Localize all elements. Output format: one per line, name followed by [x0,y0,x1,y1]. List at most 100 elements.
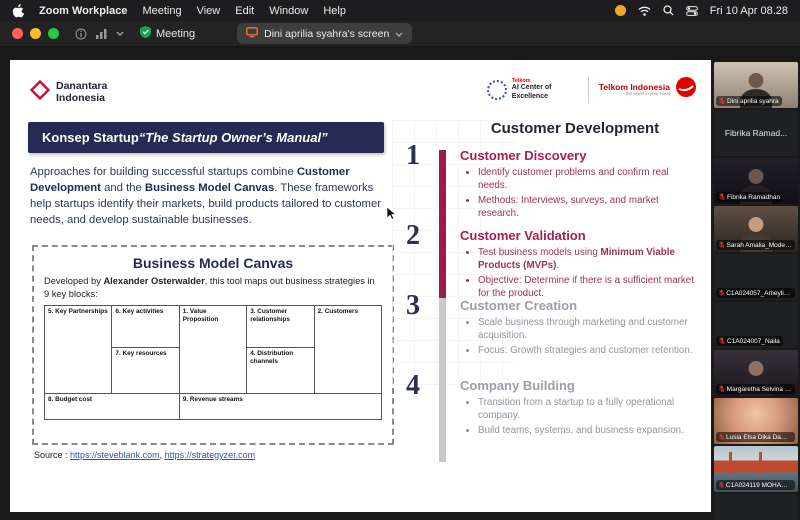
step-number-1: 1 [395,140,431,172]
fullscreen-window-button[interactable] [48,28,59,39]
participant-tile[interactable]: Dini aprilia syahra [714,62,798,108]
bmc-cell-key-activities: 6. Key activities [112,306,179,348]
participant-name-tag: Margaretha Selvina W... [716,384,795,394]
participant-name: Dini aprilia syahra [727,98,779,105]
menu-item-window[interactable]: Window [269,5,308,17]
participant-tile[interactable]: Fibrika Ramadhan [714,158,798,204]
step-title: Customer Validation [460,228,696,243]
participant-name-tag: Fibrika Ramadhan [716,192,783,202]
muted-mic-icon [719,481,724,489]
telkom-logo-mark [675,76,697,103]
slide-title: Konsep Startup [42,130,139,145]
screen-share-tab[interactable]: Dini aprilia syahra's screen [237,23,412,44]
step-number-2: 2 [395,220,431,252]
participant-tile[interactable]: Zafirah Ikramiya [714,494,798,520]
close-window-button[interactable] [12,28,23,39]
control-center-icon[interactable] [686,6,698,16]
recording-indicator-icon[interactable] [615,5,626,16]
step-bullet: Identify customer problems and confirm r… [478,167,696,192]
participant-name: Margaretha Selvina W... [727,386,792,393]
encryption-shield-icon [140,26,151,41]
step-bullet: Focus: Growth strategies and customer re… [478,345,696,358]
menu-item-edit[interactable]: Edit [235,5,254,17]
participant-name: Fibrika Ramadhan [727,194,780,201]
step-number-3: 3 [395,290,431,322]
participant-tile[interactable]: C1A024057_Ameylia Fa... [714,254,798,300]
step-number-4: 4 [395,370,431,402]
minimize-window-button[interactable] [30,28,41,39]
muted-mic-icon [719,289,724,297]
danantara-logo: Danantara Indonesia [30,80,107,105]
bmc-cell-value-proposition: 1. Value Proposition [180,306,247,394]
mouse-cursor [386,206,398,221]
search-icon[interactable] [663,5,674,16]
desktop: { "menubar": { "menus": ["Zoom Workplace… [0,0,800,520]
apple-menu-icon[interactable] [12,4,24,18]
logo-divider [588,77,589,103]
bmc-description: Developed by Alexander Osterwalder, this… [44,275,382,300]
connection-signal-icon [96,29,107,39]
muted-mic-icon [719,337,725,345]
muted-mic-icon [719,241,724,249]
shared-screen-slide: Danantara Indonesia Telkom AI Center of … [10,60,711,512]
source-link-strategyzer: https://strategyzer.com [165,450,256,460]
chevron-down-icon[interactable] [116,31,124,36]
muted-mic-icon [719,385,725,393]
chevron-down-icon[interactable] [395,28,403,40]
participant-name-tag: C1A024057_Ameylia Fa... [716,288,795,298]
slide-intro-text: Approaches for building successful start… [30,164,384,228]
partner-logos: Telkom AI Center of Excellence Telkom In… [487,76,697,103]
bmc-cell-customers: 2. Customers [315,306,382,394]
participant-tile[interactable]: Sarah Amalia_Moderator [714,206,798,252]
screen-share-tab-label: Dini aprilia syahra's screen [264,28,389,40]
meeting-stage: Danantara Indonesia Telkom AI Center of … [0,47,800,520]
telkom-name: Telkom [599,82,628,92]
menu-item-help[interactable]: Help [323,5,346,17]
participant-name: C1A024007_Naila [727,338,780,345]
participant-tile[interactable]: Fibrika Ramad... [714,110,798,156]
step-bullet: Test business models using Minimum Viabl… [478,247,696,272]
step-bullet: Transition from a startup to a fully ope… [478,397,696,422]
step-bullet: Scale business through marketing and cus… [478,317,696,342]
telkom-tagline: the world in your hand [626,92,670,97]
participant-tile[interactable]: Margaretha Selvina W... [714,350,798,396]
menu-item-zoom-workplace[interactable]: Zoom Workplace [39,5,127,17]
bmc-cell-key-partnerships: 5. Key Partnerships [45,306,112,394]
participant-tile[interactable]: Lusia Elsa Dika Damayanty [714,398,798,444]
meeting-info-icon[interactable] [75,28,87,40]
participant-name-tag: Sarah Amalia_Moderator [716,240,795,250]
ai-coe-logo-mark [487,80,507,100]
bmc-cell-customer-relationships: 3. Customer relationships [247,306,314,348]
muted-mic-icon [719,97,725,105]
source-link-steveblank: https://steveblank.com [70,450,160,460]
participant-name: C1A024119 MOHAMMAD... [726,482,792,489]
step-customer-discovery: Customer Discovery Identify customer pro… [460,148,696,223]
participant-tile[interactable]: C1A024119 MOHAMMAD... [714,446,798,492]
timeline-active-segment [439,150,446,298]
participant-name: Sarah Amalia_Moderator [726,242,792,249]
timeline-inactive-segment [439,298,446,462]
step-bullet: Methods: Interviews, surveys, and market… [478,195,696,220]
slide-title-quoted: “The Startup Owner’s Manual” [139,130,328,145]
participant-video [714,494,798,520]
menu-bar-clock[interactable]: Fri 10 Apr 08.28 [710,5,788,17]
screen-share-icon [246,27,258,41]
danantara-logo-text: Indonesia [56,93,107,105]
step-title: Customer Creation [460,298,696,313]
step-title: Customer Discovery [460,148,696,163]
step-bullet: Objective: Determine if there is a suffi… [478,275,696,300]
danantara-logo-mark [30,80,50,105]
danantara-logo-text: Danantara [56,81,107,93]
participant-name-tag: C1A024119 MOHAMMAD... [716,480,795,490]
wifi-icon[interactable] [638,6,651,16]
customer-development-title: Customer Development [450,120,700,137]
meeting-tab[interactable]: Meeting [140,26,195,41]
menu-item-view[interactable]: View [197,5,221,17]
step-company-building: Company Building Transition from a start… [460,378,696,441]
bmc-cell-budget-cost: 8. Budget cost [45,394,180,420]
menu-item-meeting[interactable]: Meeting [142,5,181,17]
zoom-title-bar: Meeting Dini aprilia syahra's screen [0,21,800,47]
muted-mic-icon [719,433,724,441]
participant-tile[interactable]: C1A024007_Naila [714,302,798,348]
bmc-cell-key-resources: 7. Key resources [112,348,179,394]
